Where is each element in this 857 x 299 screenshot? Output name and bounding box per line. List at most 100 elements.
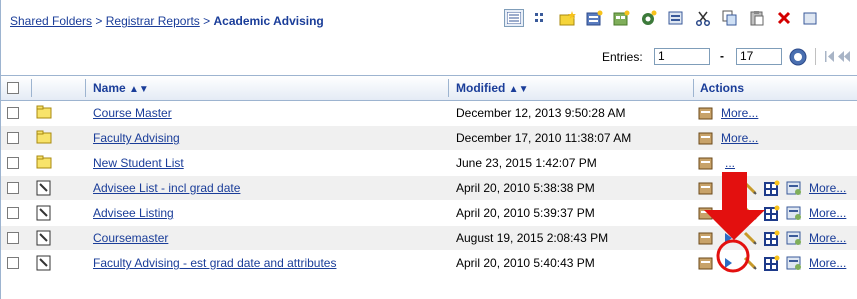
divider [815, 48, 816, 65]
row-checkbox[interactable] [7, 132, 19, 144]
item-name-link[interactable]: Advisee List - incl grad date [93, 181, 240, 195]
edit-pencil-icon[interactable] [741, 255, 759, 271]
add-to-dashboard-icon[interactable] [763, 255, 781, 271]
add-to-dashboard-icon[interactable] [763, 180, 781, 196]
more-link[interactable]: ... [725, 156, 735, 170]
row-actions: More... [697, 229, 846, 247]
item-name-link[interactable]: Coursemaster [93, 231, 168, 245]
row-actions: More... [697, 129, 758, 147]
edit-pencil-icon[interactable] [741, 230, 759, 246]
properties-icon[interactable] [697, 180, 715, 196]
modified-date: April 20, 2010 5:39:37 PM [456, 206, 595, 220]
properties-icon[interactable] [697, 130, 715, 146]
new-agent-icon[interactable] [639, 9, 659, 27]
row-checkbox[interactable] [7, 207, 19, 219]
new-dashboard-icon[interactable] [612, 9, 632, 27]
more-link[interactable]: More... [809, 206, 846, 220]
run-icon[interactable] [719, 180, 737, 196]
entries-to-input[interactable]: 17 [736, 48, 782, 65]
sort-icon[interactable]: ▲▼ [509, 84, 529, 95]
row-checkbox[interactable] [7, 257, 19, 269]
toolbar [504, 6, 828, 30]
row-actions: ... [697, 154, 735, 172]
properties-icon[interactable] [697, 105, 715, 121]
more-icon[interactable] [801, 9, 821, 27]
entries-from-input[interactable]: 1 [654, 48, 710, 65]
more-link[interactable]: More... [809, 181, 846, 195]
row-checkbox[interactable] [7, 157, 19, 169]
table-row: Advisee Listing April 20, 2010 5:39:37 P… [1, 201, 857, 226]
column-divider [31, 79, 32, 97]
more-link[interactable]: More... [809, 256, 846, 270]
properties-icon[interactable] [666, 9, 686, 27]
actions-header-label: Actions [700, 81, 745, 95]
folder-icon [35, 101, 53, 125]
modified-date: June 23, 2015 1:42:07 PM [456, 156, 597, 170]
new-report-icon[interactable] [585, 9, 605, 27]
report-icon [35, 201, 53, 225]
row-checkbox[interactable] [7, 232, 19, 244]
item-name-link[interactable]: Faculty Advising - est grad date and att… [93, 256, 336, 270]
sort-icon[interactable]: ▲▼ [129, 84, 149, 95]
modified-date: December 12, 2013 9:50:28 AM [456, 106, 626, 120]
thumbnail-view-icon[interactable] [531, 9, 551, 27]
row-actions: More... [697, 254, 846, 272]
column-divider [85, 79, 86, 97]
column-divider [693, 79, 694, 97]
go-icon[interactable] [789, 48, 807, 69]
item-name-link[interactable]: Course Master [93, 106, 172, 120]
new-folder-icon[interactable] [558, 9, 578, 27]
breadcrumb-registrar-reports[interactable]: Registrar Reports [106, 14, 200, 28]
add-to-dashboard-icon[interactable] [763, 205, 781, 221]
add-to-dashboard-icon[interactable] [763, 230, 781, 246]
edit-pencil-icon[interactable] [741, 180, 759, 196]
run-icon[interactable] [719, 230, 737, 246]
item-name-link[interactable]: Faculty Advising [93, 131, 180, 145]
name-header-label: Name [93, 81, 126, 95]
entries-dash: - [720, 49, 724, 63]
item-name-link[interactable]: New Student List [93, 156, 184, 170]
schedule-icon[interactable] [785, 255, 803, 271]
more-link[interactable]: More... [721, 106, 758, 120]
row-checkbox[interactable] [7, 107, 19, 119]
actions-column-header: Actions [700, 76, 744, 100]
paste-icon[interactable] [747, 9, 767, 27]
row-actions: More... [697, 104, 758, 122]
schedule-icon[interactable] [785, 230, 803, 246]
more-link[interactable]: More... [809, 231, 846, 245]
table-row: Advisee List - incl grad date April 20, … [1, 176, 857, 201]
report-icon [35, 226, 53, 250]
more-link[interactable]: More... [721, 131, 758, 145]
item-name-link[interactable]: Advisee Listing [93, 206, 174, 220]
file-browser-window: Shared Folders > Registrar Reports > Aca… [0, 0, 857, 299]
row-actions: More... [697, 204, 846, 222]
cut-icon[interactable] [693, 9, 713, 27]
breadcrumb-separator: > [203, 14, 211, 28]
column-divider [448, 79, 449, 97]
delete-icon[interactable] [774, 9, 794, 27]
properties-icon[interactable] [697, 205, 715, 221]
run-icon[interactable] [719, 255, 737, 271]
properties-icon[interactable] [697, 255, 715, 271]
top-bar: Shared Folders > Registrar Reports > Aca… [1, 0, 857, 40]
first-page-icon[interactable] [824, 49, 857, 68]
edit-pencil-icon[interactable] [741, 205, 759, 221]
properties-icon[interactable] [697, 230, 715, 246]
schedule-icon[interactable] [785, 205, 803, 221]
breadcrumb-shared-folders[interactable]: Shared Folders [10, 14, 92, 28]
row-actions: More... [697, 179, 846, 197]
row-checkbox[interactable] [7, 182, 19, 194]
name-column-header[interactable]: Name ▲▼ [93, 76, 149, 100]
list-view-icon[interactable] [504, 9, 524, 27]
modified-date: August 19, 2015 2:08:43 PM [456, 231, 609, 245]
select-all-checkbox[interactable] [7, 82, 19, 94]
run-icon[interactable] [719, 205, 737, 221]
copy-icon[interactable] [720, 9, 740, 27]
table-row: New Student List June 23, 2015 1:42:07 P… [1, 151, 857, 176]
modified-column-header[interactable]: Modified ▲▼ [456, 76, 528, 100]
pagination-bar: Entries: 1 - 17 [1, 46, 857, 68]
properties-icon[interactable] [697, 155, 715, 171]
schedule-icon[interactable] [785, 180, 803, 196]
file-table: Name ▲▼ Modified ▲▼ Actions Course Maste… [1, 75, 857, 276]
table-row: Faculty Advising - est grad date and att… [1, 251, 857, 276]
